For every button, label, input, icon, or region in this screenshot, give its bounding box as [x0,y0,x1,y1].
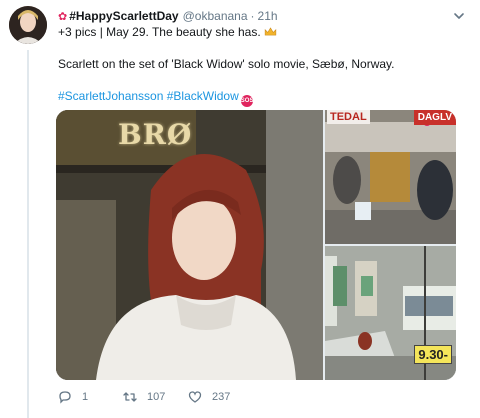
retweet-button[interactable]: 107 [123,390,188,404]
reply-icon [59,391,71,404]
timestamp[interactable]: 21h [258,9,278,23]
display-name[interactable]: #HappyScarlettDay [69,9,178,23]
retweet-icon [123,392,137,402]
media-photo-main[interactable]: BRØ [56,110,323,380]
avatar[interactable] [9,6,47,44]
avatar-image [9,6,47,44]
like-button[interactable]: 237 [188,390,253,404]
chevron-down-icon[interactable] [452,9,466,23]
store-sign-left: TEDAL [327,110,370,124]
cherry-blossom-icon: ✿ [58,10,68,23]
media-photo-top-right[interactable]: TEDAL DAGLV [325,110,456,244]
store-sign-right: DAGLV [413,110,456,125]
tweet-actions: 1 107 237 [58,389,438,405]
thread-line [27,50,29,418]
tweet-header: ✿ #HappyScarlettDay @okbanana · 21h [58,8,450,24]
hashtag-link[interactable]: #ScarlettJohansson [58,89,163,103]
tweet-subtitle: +3 pics | May 29. The beauty she has. [58,25,277,39]
separator-dot: · [250,9,255,23]
tweet-body: Scarlett on the set of 'Black Widow' sol… [58,57,395,71]
media-photo-bottom-right[interactable]: 9.30- [325,246,456,380]
user-handle[interactable]: @okbanana [183,9,248,23]
media-grid: BRØ TEDAL DAGLV 9.30- [56,110,456,380]
hashtags: #ScarlettJohansson #BlackWidow SOS [58,89,253,107]
heart-icon [188,391,202,403]
hashtag-link[interactable]: #BlackWidow [167,89,239,103]
subtitle-text: +3 pics | May 29. The beauty she has. [58,25,261,39]
reply-count: 1 [82,391,89,403]
storefront-sign: BRØ [118,118,193,151]
like-count: 237 [212,391,231,403]
price-sign: 9.30- [414,345,452,364]
reply-button[interactable]: 1 [58,390,123,404]
sos-icon: SOS [240,95,253,107]
retweet-count: 107 [147,391,166,403]
crown-icon [264,27,277,39]
